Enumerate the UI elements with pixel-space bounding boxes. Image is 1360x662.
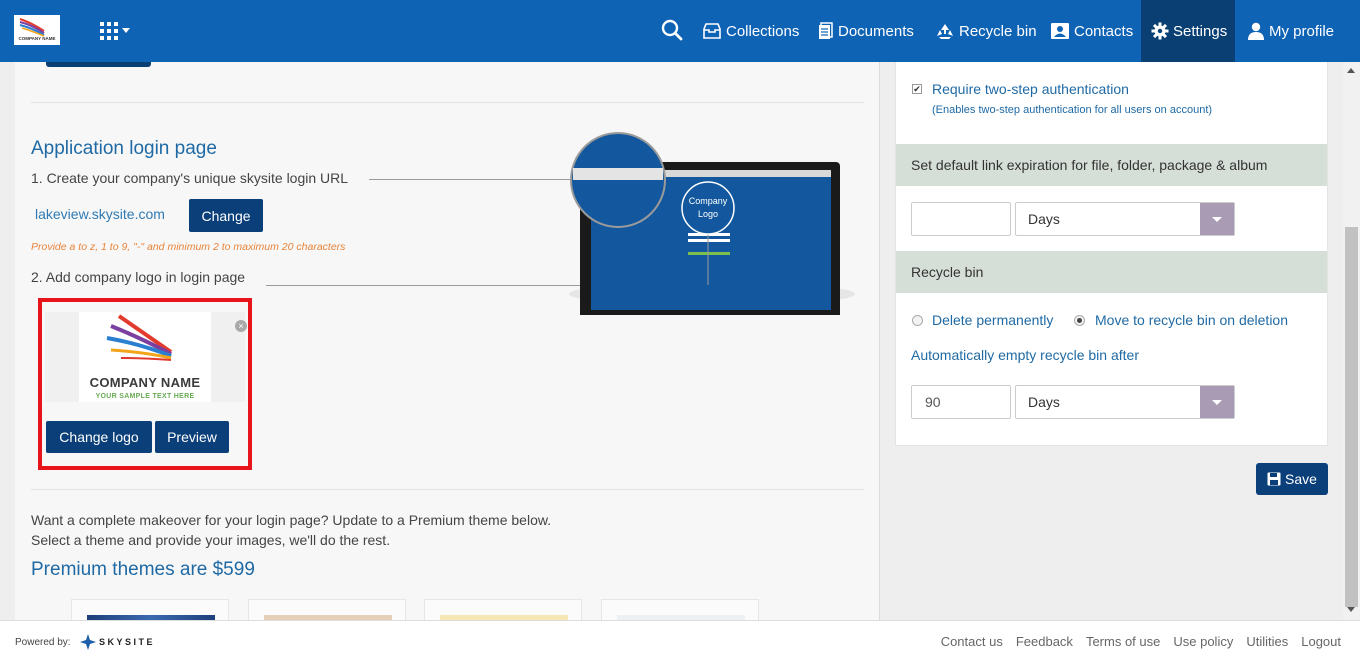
remove-logo-icon[interactable]: × bbox=[235, 320, 247, 332]
theme-card[interactable] bbox=[71, 599, 229, 620]
premium-themes-title: Premium themes are $599 bbox=[31, 559, 255, 580]
skysite-logo-icon bbox=[80, 634, 96, 650]
step-2-text: 2. Add company logo in login page bbox=[31, 269, 246, 285]
move-to-recycle-bin-label: Move to recycle bin on deletion bbox=[1095, 312, 1288, 328]
illustration-logo-label: Logo bbox=[697, 209, 719, 219]
auto-empty-unit-select[interactable]: Days bbox=[1015, 385, 1235, 419]
gear-icon bbox=[1151, 22, 1169, 40]
change-logo-button[interactable]: Change logo bbox=[46, 421, 152, 453]
skysite-brand[interactable]: SKYSITE bbox=[80, 634, 155, 650]
two-step-label: Require two-step authentication bbox=[932, 81, 1129, 97]
url-hint-text: Provide a to z, 1 to 9, "-" and minimum … bbox=[31, 241, 346, 253]
login-page-title: Application login page bbox=[31, 138, 217, 159]
footer-links: Contact us Feedback Terms of use Use pol… bbox=[928, 634, 1341, 649]
auto-empty-unit-value: Days bbox=[1028, 394, 1060, 410]
auto-empty-days-input[interactable]: 90 bbox=[911, 385, 1011, 419]
scroll-up-arrow-icon[interactable] bbox=[1347, 68, 1355, 73]
recycle-icon bbox=[937, 24, 953, 39]
scroll-down-arrow-icon[interactable] bbox=[1347, 607, 1355, 612]
step-1-text: 1. Create your company's unique skysite … bbox=[31, 170, 349, 186]
user-icon bbox=[1248, 22, 1264, 40]
login-url-text: lakeview.skysite.com bbox=[35, 206, 165, 222]
nav-settings[interactable]: Settings bbox=[1141, 0, 1235, 62]
makeover-text-line-1: Want a complete makeover for your login … bbox=[31, 512, 552, 528]
illustration-company-label: Company bbox=[688, 196, 728, 206]
login-page-illustration: Company Logo bbox=[555, 70, 855, 355]
logo-sample-text: YOUR SAMPLE TEXT HERE bbox=[95, 393, 195, 400]
chevron-down-icon bbox=[1200, 386, 1234, 418]
save-button-label: Save bbox=[1285, 471, 1317, 487]
nav-contacts[interactable]: Contacts bbox=[1050, 0, 1133, 62]
page-scrollbar[interactable] bbox=[1343, 62, 1360, 620]
logo-upload-box: COMPANY NAME YOUR SAMPLE TEXT HERE × Cha… bbox=[38, 298, 252, 470]
preview-button[interactable]: Preview bbox=[155, 421, 229, 453]
nav-recycle-bin-label: Recycle bin bbox=[959, 22, 1037, 40]
nav-recycle-bin[interactable]: Recycle bin bbox=[935, 0, 1037, 62]
floppy-disk-icon bbox=[1267, 472, 1281, 486]
leader-line-1 bbox=[369, 179, 576, 180]
change-url-button[interactable]: Change bbox=[189, 199, 263, 232]
documents-icon bbox=[819, 22, 833, 39]
company-logo[interactable]: COMPANY NAME bbox=[14, 15, 60, 45]
search-button[interactable] bbox=[661, 19, 685, 43]
logo-preview-image: COMPANY NAME YOUR SAMPLE TEXT HERE × bbox=[45, 312, 247, 402]
footer-link-contact-us[interactable]: Contact us bbox=[941, 634, 1003, 649]
nav-contacts-label: Contacts bbox=[1074, 22, 1134, 40]
powered-by-label: Powered by: bbox=[15, 637, 71, 648]
skysite-brand-text: SKYSITE bbox=[99, 637, 156, 647]
link-expiration-header: Set default link expiration for file, fo… bbox=[896, 144, 1327, 186]
scrollbar-thumb[interactable] bbox=[1345, 227, 1358, 607]
account-settings-panel: ✔ Require two-step authentication (Enabl… bbox=[895, 62, 1328, 446]
recycle-bin-header: Recycle bin bbox=[896, 251, 1327, 293]
two-step-description: (Enables two-step authentication for all… bbox=[932, 104, 1213, 116]
footer-link-use-policy[interactable]: Use policy bbox=[1173, 634, 1233, 649]
scrolled-button-edge[interactable] bbox=[46, 62, 151, 67]
footer-link-feedback[interactable]: Feedback bbox=[1016, 634, 1073, 649]
link-expiration-input[interactable] bbox=[911, 202, 1011, 236]
link-expiration-unit-value: Days bbox=[1028, 211, 1060, 227]
nav-collections[interactable]: Collections bbox=[702, 0, 799, 62]
company-logo-text: COMPANY NAME bbox=[18, 36, 56, 41]
nav-settings-label: Settings bbox=[1173, 22, 1228, 40]
delete-permanently-radio[interactable] bbox=[912, 315, 923, 326]
auto-empty-label: Automatically empty recycle bin after bbox=[911, 347, 1139, 363]
nav-my-profile-label: My profile bbox=[1269, 22, 1335, 40]
theme-card[interactable] bbox=[248, 599, 406, 620]
search-icon bbox=[661, 19, 683, 41]
two-step-checkbox[interactable]: ✔ bbox=[912, 84, 922, 94]
makeover-text-line-2: Select a theme and provide your images, … bbox=[31, 532, 391, 548]
chevron-down-icon bbox=[122, 28, 130, 33]
theme-card[interactable] bbox=[424, 599, 582, 620]
theme-card[interactable] bbox=[601, 599, 759, 620]
move-to-recycle-bin-radio[interactable] bbox=[1074, 315, 1085, 326]
save-button[interactable]: Save bbox=[1256, 463, 1328, 495]
delete-permanently-label: Delete permanently bbox=[932, 312, 1054, 328]
logo-swoosh-icon bbox=[106, 314, 173, 361]
footer-link-logout[interactable]: Logout bbox=[1301, 634, 1341, 649]
inbox-tray-icon bbox=[703, 23, 721, 39]
nav-documents-label: Documents bbox=[838, 22, 914, 40]
apps-menu-button[interactable] bbox=[100, 20, 132, 42]
monitor-illustration-icon bbox=[569, 132, 855, 355]
footer-link-utilities[interactable]: Utilities bbox=[1246, 634, 1288, 649]
link-expiration-unit-select[interactable]: Days bbox=[1015, 202, 1235, 236]
top-navbar: COMPANY NAME Collections Documents Recyc… bbox=[0, 0, 1360, 62]
nav-my-profile[interactable]: My profile bbox=[1247, 0, 1334, 62]
chevron-down-icon bbox=[1200, 203, 1234, 235]
nav-collections-label: Collections bbox=[726, 22, 800, 40]
footer-link-terms-of-use[interactable]: Terms of use bbox=[1086, 634, 1160, 649]
logo-company-name: COMPANY NAME bbox=[89, 375, 201, 390]
apps-grid-icon bbox=[100, 22, 118, 40]
section-divider bbox=[31, 489, 864, 490]
nav-documents[interactable]: Documents bbox=[818, 0, 914, 62]
contact-card-icon bbox=[1051, 23, 1069, 39]
footer: Powered by: SKYSITE Contact us Feedback … bbox=[0, 620, 1360, 662]
